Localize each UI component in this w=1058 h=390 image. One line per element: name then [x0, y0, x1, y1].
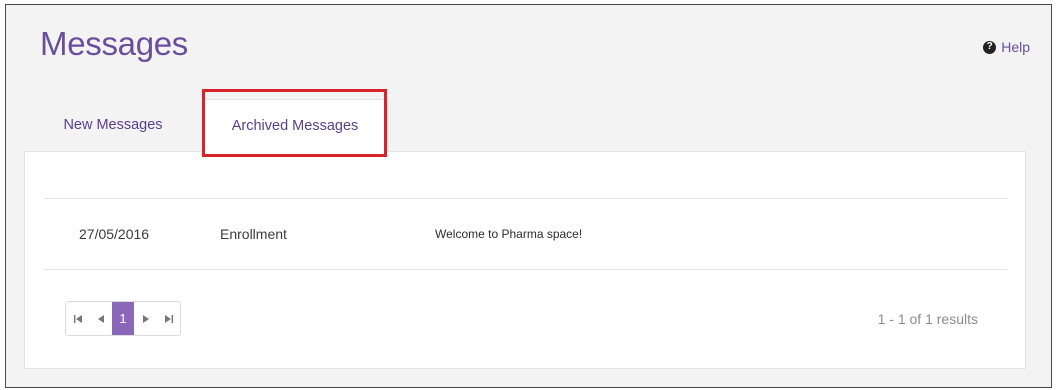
message-subject[interactable]: Welcome to Pharma space! [435, 227, 582, 241]
tab-new-messages[interactable]: New Messages [24, 99, 202, 151]
results-count: 1 - 1 of 1 results [877, 311, 978, 327]
page-title: Messages [40, 25, 189, 62]
page-number-current[interactable]: 1 [112, 302, 134, 335]
help-label: Help [1001, 39, 1030, 55]
next-page-icon[interactable] [134, 302, 157, 335]
message-date: 27/05/2016 [79, 226, 150, 242]
table-row[interactable]: 27/05/2016 Enrollment Welcome to Pharma … [43, 199, 1007, 270]
messages-panel: 27/05/2016 Enrollment Welcome to Pharma … [24, 151, 1026, 369]
help-link[interactable]: ? Help [983, 39, 1030, 55]
messages-window: Messages ? Help New Messages Archived Me… [5, 4, 1052, 388]
message-tabs: New Messages Archived Messages [24, 99, 388, 152]
prev-page-icon[interactable] [89, 302, 112, 335]
first-page-icon[interactable] [66, 302, 89, 335]
tab-archived-messages[interactable]: Archived Messages [202, 99, 388, 152]
help-icon: ? [983, 40, 997, 54]
message-type: Enrollment [220, 226, 287, 242]
pagination: 1 [65, 301, 181, 336]
last-page-icon[interactable] [157, 302, 180, 335]
